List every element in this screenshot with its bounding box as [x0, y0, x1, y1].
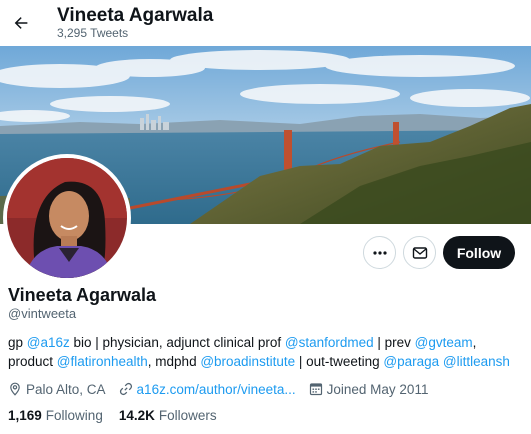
calendar-icon: [309, 383, 322, 396]
mention-link[interactable]: @paraga: [383, 354, 439, 369]
header-name: Vineeta Agarwala: [57, 5, 214, 26]
mention-link[interactable]: @gvteam: [415, 335, 473, 350]
follow-stats: 1,169 Following 14.2K Followers: [8, 408, 233, 423]
followers-link[interactable]: 14.2K Followers: [119, 408, 217, 423]
bio-line: product @flatironhealth, mdphd @broadins…: [8, 352, 528, 371]
bio-text: product: [8, 354, 57, 369]
more-button[interactable]: [363, 236, 396, 269]
website: a16z.com/author/vineeta...: [119, 382, 296, 397]
envelope-icon: [412, 246, 427, 259]
bio-text: bio | physician, adjunct clinical prof: [69, 335, 285, 350]
profile-meta: Palo Alto, CA a16z.com/author/vineeta...…: [8, 380, 441, 398]
link-icon: [119, 382, 132, 396]
avatar[interactable]: [3, 154, 131, 282]
mention-link[interactable]: @flatironhealth: [57, 354, 148, 369]
profile-header: Vineeta Agarwala 3,295 Tweets: [0, 0, 531, 46]
bio-text: gp: [8, 335, 27, 350]
mention-link[interactable]: @a16z: [27, 335, 70, 350]
bio-text: | out-tweeting: [295, 354, 384, 369]
message-button[interactable]: [403, 236, 436, 269]
bio: gp @a16z bio | physician, adjunct clinic…: [8, 333, 528, 371]
arrow-left-icon: [14, 17, 28, 29]
website-link[interactable]: a16z.com/author/vineeta...: [137, 382, 296, 397]
bio-line: gp @a16z bio | physician, adjunct clinic…: [8, 333, 528, 352]
back-button[interactable]: [4, 6, 38, 40]
more-icon: [372, 250, 387, 255]
location-text: Palo Alto, CA: [26, 381, 106, 397]
followers-count: 14.2K: [118, 408, 155, 423]
following-link[interactable]: 1,169 Following: [8, 408, 103, 423]
bio-text: , mdphd: [147, 354, 201, 369]
avatar-photo: [7, 158, 127, 278]
bio-text: | prev: [373, 335, 415, 350]
location-pin-icon: [10, 382, 20, 396]
user-handle: @vintweeta: [8, 306, 77, 321]
following-label: Following: [45, 408, 103, 423]
follow-button[interactable]: Follow: [443, 236, 515, 269]
tweet-count: 3,295 Tweets: [57, 26, 129, 40]
mention-link[interactable]: @stanfordmed: [285, 335, 374, 350]
location: Palo Alto, CA: [8, 382, 106, 397]
join-date: Joined May 2011: [309, 381, 429, 397]
mention-link[interactable]: @broadinstitute: [200, 354, 295, 369]
join-date-text: Joined May 2011: [326, 381, 429, 397]
mention-link[interactable]: @littleansh: [443, 354, 510, 369]
followers-label: Followers: [158, 408, 217, 423]
following-count: 1,169: [8, 408, 42, 423]
display-name: Vineeta Agarwala: [8, 285, 157, 305]
bio-text: ,: [472, 335, 477, 350]
